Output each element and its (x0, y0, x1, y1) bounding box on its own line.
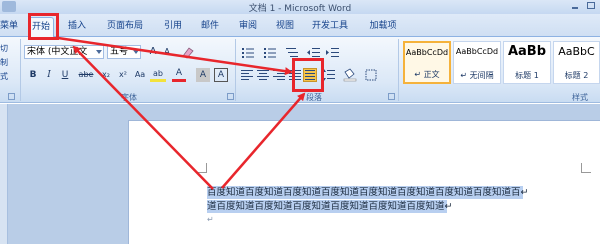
annotation-arrows (57, 36, 306, 190)
arrow-text-to-home (72, 45, 214, 190)
arrow-text-to-align (221, 92, 306, 189)
